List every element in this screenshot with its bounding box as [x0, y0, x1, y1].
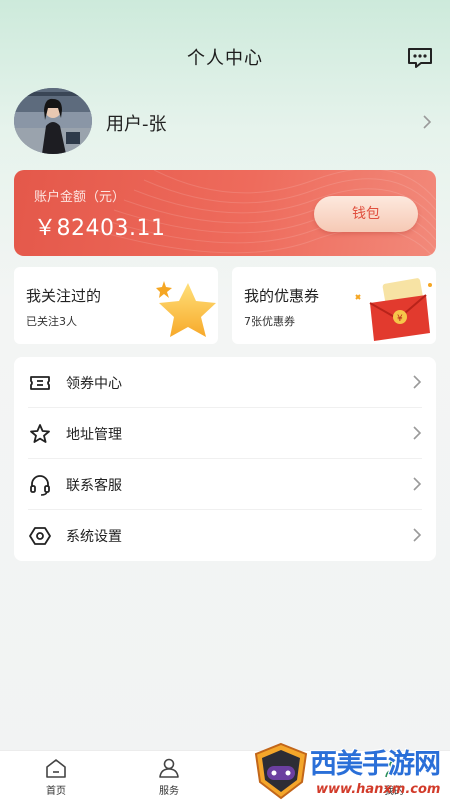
header-bar: 个人中心	[0, 0, 450, 80]
headset-icon	[30, 475, 50, 496]
avatar[interactable]	[14, 88, 92, 154]
wallet-button[interactable]: 钱包	[314, 196, 418, 232]
tab-service[interactable]: 服务	[139, 757, 199, 797]
followed-subtitle: 已关注3人	[26, 315, 77, 328]
balance-label: 账户金额（元）	[34, 190, 126, 205]
watermark-url: www.hanxm.com	[316, 782, 441, 797]
ticket-icon	[30, 376, 50, 390]
menu-label: 系统设置	[66, 529, 122, 545]
tab-label: 服务	[159, 786, 179, 797]
chat-bubble-icon	[408, 48, 432, 68]
coupon-card[interactable]: 我的优惠券 7张优惠券 ¥	[232, 267, 436, 344]
service-icon	[159, 758, 179, 778]
chevron-right-icon	[413, 426, 422, 440]
menu-item-address[interactable]: 地址管理	[14, 408, 436, 459]
followed-title: 我关注过的	[26, 287, 102, 305]
coupon-gift-icon: ¥	[355, 278, 432, 341]
page-title: 个人中心	[187, 48, 263, 69]
balance-amount: ￥82403.11	[34, 216, 166, 241]
site-watermark: 西美手游网 www.hanxm.com	[252, 742, 450, 800]
coupon-subtitle: 7张优惠券	[244, 315, 295, 328]
settings-hexagon-icon	[29, 527, 51, 545]
menu-label: 联系客服	[66, 478, 122, 494]
message-button[interactable]	[406, 46, 434, 70]
menu-label: 领券中心	[66, 376, 122, 392]
chevron-right-icon	[423, 115, 432, 129]
menu-label: 地址管理	[66, 427, 122, 443]
balance-card: 账户金额（元） ￥82403.11 钱包	[14, 170, 436, 256]
coupon-title: 我的优惠券	[244, 287, 320, 305]
tab-label: 首页	[46, 786, 66, 797]
menu-item-settings[interactable]: 系统设置	[14, 510, 436, 561]
followed-card[interactable]: 我关注过的 已关注3人	[14, 267, 218, 344]
chevron-right-icon	[413, 528, 422, 542]
menu-item-coupon-center[interactable]: 领券中心	[14, 357, 436, 408]
chevron-right-icon	[413, 477, 422, 491]
star-outline-icon	[30, 424, 50, 443]
chevron-right-icon	[413, 375, 422, 389]
svg-text:¥: ¥	[397, 314, 403, 324]
username: 用户-张	[106, 114, 167, 135]
tab-home[interactable]: 首页	[26, 757, 86, 797]
menu-item-customer-service[interactable]: 联系客服	[14, 459, 436, 510]
profile-row[interactable]: 用户-张	[14, 88, 436, 156]
gamepad-shield-icon	[254, 742, 308, 800]
home-icon	[46, 759, 66, 778]
watermark-text: 西美手游网	[310, 749, 441, 780]
menu-list: 领券中心 地址管理 联系客服 系统设置	[14, 357, 436, 561]
star-icon	[156, 281, 216, 337]
